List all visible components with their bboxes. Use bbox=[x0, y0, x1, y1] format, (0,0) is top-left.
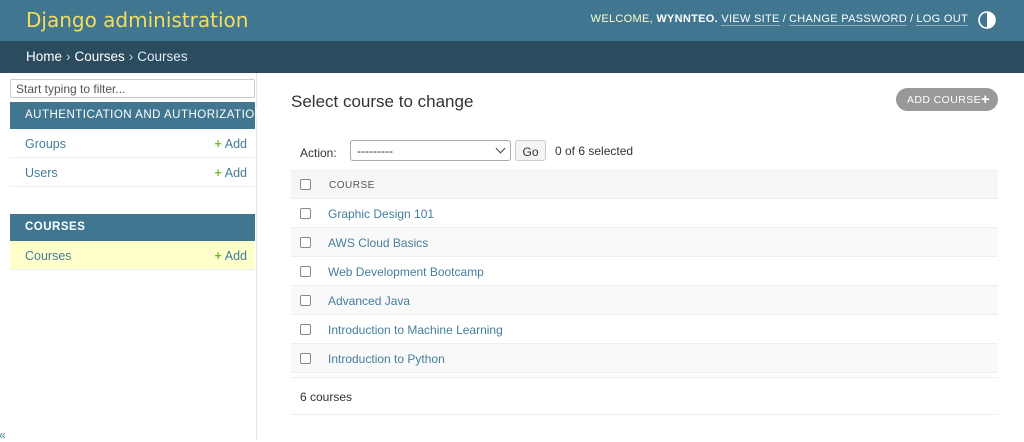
sidebar-item-users: Users + Add bbox=[10, 158, 255, 187]
column-header-course[interactable]: Course bbox=[329, 180, 375, 191]
row-checkbox[interactable] bbox=[300, 295, 311, 306]
course-link[interactable]: AWS Cloud Basics bbox=[328, 236, 428, 250]
table-row: Web Development Bootcamp bbox=[291, 257, 998, 286]
row-checkbox[interactable] bbox=[300, 324, 311, 335]
actions-bar: Action: --------- Go 0 of 6 selected bbox=[291, 138, 998, 170]
welcome-text: Welcome, bbox=[590, 13, 653, 25]
breadcrumb-separator: › bbox=[66, 49, 71, 64]
breadcrumb-current: Courses bbox=[137, 49, 188, 64]
row-checkbox[interactable] bbox=[300, 237, 311, 248]
view-site-link[interactable]: View site bbox=[721, 13, 780, 26]
table-row: AWS Cloud Basics bbox=[291, 228, 998, 257]
row-checkbox[interactable] bbox=[300, 353, 311, 364]
action-select[interactable]: --------- bbox=[350, 140, 511, 161]
add-groups-link[interactable]: + Add bbox=[214, 137, 247, 151]
add-label: Add bbox=[224, 137, 247, 151]
header: Django administration Welcome, wynnteo. … bbox=[0, 0, 1024, 41]
table-row: Advanced Java bbox=[291, 286, 998, 315]
result-count: 6 courses bbox=[300, 390, 353, 404]
table-header-row: Course bbox=[291, 170, 998, 199]
chevron-down-icon bbox=[495, 143, 506, 154]
add-course-button[interactable]: Add course + bbox=[896, 88, 998, 111]
paginator: 6 courses bbox=[291, 377, 998, 415]
sidebar-item-courses: Courses + Add bbox=[10, 241, 255, 270]
course-link[interactable]: Web Development Bootcamp bbox=[328, 265, 484, 279]
separator: / bbox=[782, 13, 787, 25]
sidebar-item-groups: Groups + Add bbox=[10, 129, 255, 158]
action-label: Action: bbox=[300, 146, 337, 160]
add-users-link[interactable]: + Add bbox=[214, 166, 247, 180]
action-select-value: --------- bbox=[357, 144, 393, 158]
plus-icon: + bbox=[980, 91, 990, 108]
breadcrumb-app[interactable]: Courses bbox=[75, 49, 125, 64]
model-link-courses[interactable]: Courses bbox=[25, 249, 72, 263]
breadcrumb-separator: › bbox=[128, 49, 134, 64]
separator: / bbox=[910, 13, 914, 25]
breadcrumb: Home › Courses › Courses bbox=[0, 41, 1024, 73]
go-button[interactable]: Go bbox=[515, 140, 546, 161]
model-link-groups[interactable]: Groups bbox=[25, 137, 66, 151]
add-course-label: Add course bbox=[907, 94, 982, 106]
plus-icon: + bbox=[214, 166, 222, 180]
nav-filter-input[interactable] bbox=[10, 79, 255, 98]
log-out-link[interactable]: Log out bbox=[916, 13, 968, 26]
contrast-toggle-icon[interactable] bbox=[978, 11, 996, 29]
plus-icon: + bbox=[214, 137, 222, 151]
app-caption-auth[interactable]: Authentication and Authorization bbox=[10, 102, 263, 129]
add-label: Add bbox=[224, 249, 247, 263]
course-link[interactable]: Advanced Java bbox=[328, 294, 410, 308]
row-checkbox[interactable] bbox=[300, 208, 311, 219]
add-label: Add bbox=[224, 166, 247, 180]
username: wynnteo. bbox=[656, 13, 718, 25]
course-link[interactable]: Graphic Design 101 bbox=[328, 207, 434, 221]
app-caption-courses[interactable]: Courses bbox=[10, 214, 255, 241]
table-row: Introduction to Python bbox=[291, 344, 998, 373]
add-courses-link[interactable]: + Add bbox=[214, 249, 247, 263]
select-all-checkbox[interactable] bbox=[300, 179, 311, 190]
site-branding[interactable]: Django administration bbox=[26, 8, 248, 32]
plus-icon: + bbox=[214, 249, 222, 263]
change-password-link[interactable]: Change password bbox=[789, 13, 908, 26]
user-tools: Welcome, wynnteo. View site / Change passw… bbox=[590, 13, 968, 26]
selection-counter: 0 of 6 selected bbox=[555, 144, 634, 158]
page-title: Select course to change bbox=[291, 92, 474, 111]
table-row: Graphic Design 101 bbox=[291, 199, 998, 228]
model-link-users[interactable]: Users bbox=[25, 166, 58, 180]
course-link[interactable]: Introduction to Python bbox=[328, 352, 445, 366]
course-link[interactable]: Introduction to Machine Learning bbox=[328, 323, 503, 337]
table-row: Introduction to Machine Learning bbox=[291, 315, 998, 344]
breadcrumb-home[interactable]: Home bbox=[26, 49, 62, 64]
row-checkbox[interactable] bbox=[300, 266, 311, 277]
nav-sidebar: Authentication and Authorization Groups … bbox=[0, 73, 263, 442]
